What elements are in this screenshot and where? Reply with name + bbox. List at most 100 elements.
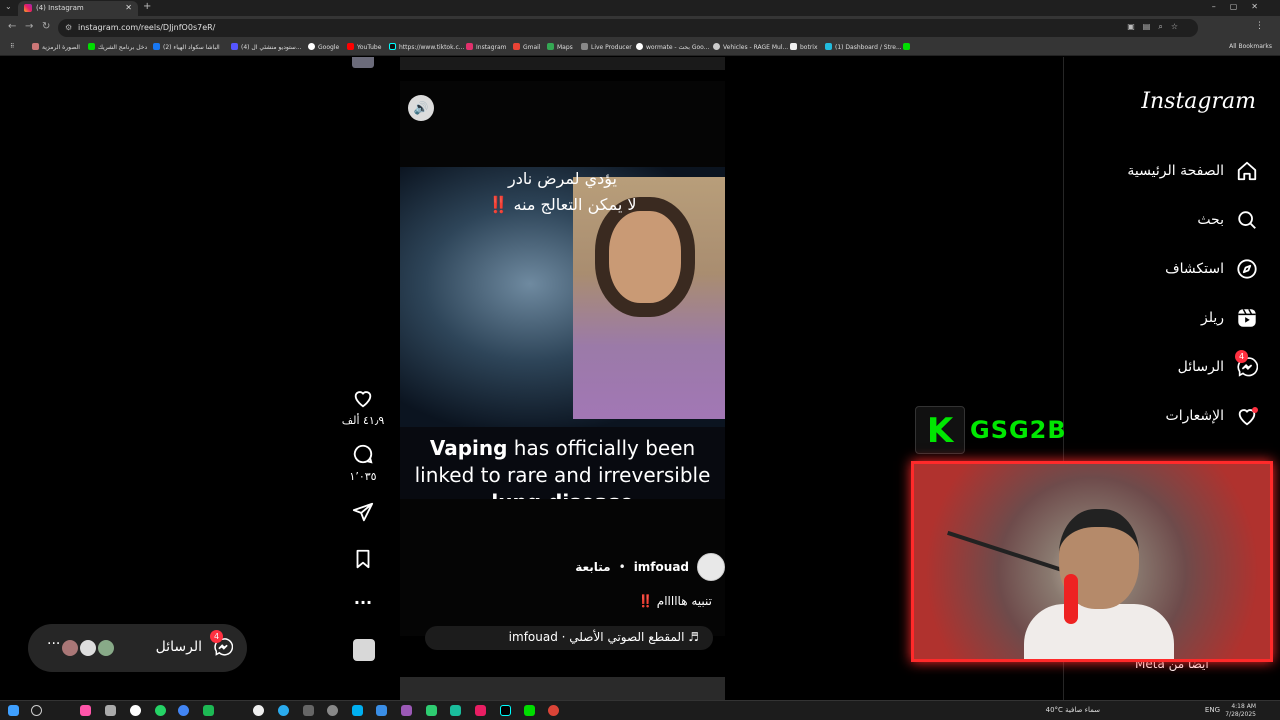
audio-track-button[interactable]: ♬ المقطع الصوتي الأصلي · imfouad [425, 626, 713, 650]
app-icon[interactable] [401, 705, 412, 716]
bookmark-dashboard[interactable]: (1) Dashboard / Stre... [825, 43, 902, 51]
bookmark-4[interactable]: (4) ستوديو منشئي ال... [231, 43, 302, 51]
bookmark-botrix[interactable]: botrix [790, 43, 818, 51]
sidebar-item-label: الصفحة الرئيسية [1127, 163, 1224, 179]
bookmark-3[interactable]: (2) الباشا سكواد الهياء [153, 43, 220, 51]
send-icon [352, 502, 374, 522]
app-icon[interactable] [253, 705, 264, 716]
author-name[interactable]: imfouad [634, 560, 689, 574]
instagram-logo[interactable]: Instagram [1141, 89, 1256, 114]
whatsapp-icon[interactable] [155, 705, 166, 716]
tab-title: (4) Instagram [36, 4, 84, 12]
language-indicator[interactable]: ENG [1205, 706, 1220, 714]
skype-icon[interactable] [352, 705, 363, 716]
address-bar[interactable]: ⚙ instagram.com/reels/DJjnfO0s7eR/ ▣▤⌕☆ [58, 19, 1198, 37]
bookmark-wormate[interactable]: wormate - بحث Goo... [636, 43, 709, 51]
bookmark-vehicles[interactable]: Vehicles - RAGE Mul... [713, 43, 788, 51]
forward-icon[interactable]: → [25, 21, 33, 32]
app-icon[interactable] [80, 705, 91, 716]
instagram-page: 🔊 يؤدي لمرض نادر لا يمكن التعالج منه ‼️ … [0, 57, 1280, 700]
comment-icon [353, 444, 373, 464]
new-tab-button[interactable]: + [143, 1, 151, 12]
bookmark-live-producer[interactable]: Live Producer [581, 43, 632, 51]
app-icon[interactable] [475, 705, 486, 716]
previous-reel-edge [400, 57, 725, 70]
close-tab-icon[interactable]: ✕ [125, 3, 132, 12]
sidebar-item-home[interactable]: الصفحة الرئيسية [1127, 156, 1258, 186]
bookmark-maps[interactable]: Maps [547, 43, 573, 51]
app-icon[interactable] [450, 705, 461, 716]
previous-reel-avatar[interactable] [352, 57, 374, 68]
tab-search-icon[interactable]: ⌄ [5, 2, 12, 11]
reel-video[interactable]: يؤدي لمرض نادر لا يمكن التعالج منه ‼️ Va… [400, 167, 725, 499]
next-reel-preview[interactable] [400, 677, 725, 700]
sidebar-item-label: الرسائل [1177, 359, 1224, 375]
overlay-text-line1: يؤدي لمرض نادر [507, 169, 617, 188]
app-icon[interactable] [426, 705, 437, 716]
sidebar-item-label: ريلز [1200, 310, 1224, 326]
comment-button[interactable]: ١٬٠٣٥ [340, 443, 386, 483]
streamer-body [1024, 604, 1174, 659]
sidebar-item-explore[interactable]: استكشاف [1165, 254, 1258, 284]
window-controls[interactable]: –▢✕ [1212, 2, 1272, 11]
app-icon[interactable] [203, 705, 214, 716]
like-button[interactable]: ٤١٫٩ ألف [340, 387, 386, 427]
bookmark-1[interactable]: الصورة الرمزية [32, 43, 80, 51]
reels-icon [1238, 308, 1256, 327]
omnibox-actions-icon[interactable]: ▣▤⌕☆ [1127, 22, 1186, 32]
bookmark-instagram[interactable]: Instagram [466, 43, 507, 51]
chrome-icon[interactable] [548, 705, 559, 716]
more-icon[interactable]: ··· [47, 636, 60, 652]
telegram-icon[interactable] [278, 705, 289, 716]
save-button[interactable] [340, 548, 386, 574]
channel-name: GSG2B [970, 416, 1067, 444]
bookmark-2[interactable]: دخل برنامج الشريك [88, 43, 147, 51]
follow-button[interactable]: متابعة [575, 560, 610, 574]
system-clock[interactable]: 4:18 AM 7/28/2025 [1225, 703, 1256, 719]
audio-thumbnail[interactable] [353, 639, 375, 661]
like-count: ٤١٫٩ ألف [341, 414, 385, 427]
contact-avatar [96, 638, 116, 658]
video-caption: Vaping has officially been linked to rar… [414, 436, 711, 499]
tiktok-icon[interactable] [500, 705, 511, 716]
bookmark-youtube[interactable]: YouTube [347, 43, 381, 51]
bookmark-google[interactable]: Google [308, 43, 339, 51]
all-bookmarks[interactable]: All Bookmarks [1229, 43, 1272, 50]
search-icon[interactable] [31, 705, 42, 716]
more-options-icon[interactable]: ··· [340, 593, 386, 612]
apps-icon[interactable]: ⠿ [10, 43, 14, 50]
author-row: imfouad • متابعة [575, 553, 725, 581]
messages-pill[interactable]: ··· الرسائل 4 [28, 624, 247, 672]
bookmark-kick[interactable] [903, 43, 913, 51]
browser-toolbar: ← → ↻ ⚙ instagram.com/reels/DJjnfO0s7eR/… [0, 16, 1280, 40]
obs-icon[interactable] [327, 705, 338, 716]
weather-widget[interactable]: 40°C سماء صافية [1046, 706, 1100, 714]
sidebar-item-reels[interactable]: ريلز [1201, 303, 1258, 333]
app-icon[interactable] [130, 705, 141, 716]
app-icon[interactable] [376, 705, 387, 716]
sidebar-item-label: بحث [1197, 212, 1224, 228]
author-avatar[interactable] [697, 553, 725, 581]
site-info-icon[interactable]: ⚙ [65, 23, 72, 32]
volume-icon[interactable]: 🔊 [408, 95, 434, 121]
tab-instagram[interactable]: (4) Instagram ✕ [18, 1, 138, 16]
overlay-text-line2: لا يمكن التعالج منه ‼️ [488, 195, 637, 214]
app-icon[interactable] [303, 705, 314, 716]
kick-icon[interactable] [524, 705, 535, 716]
sidebar-item-messages[interactable]: الرسائل 4 [1177, 350, 1259, 382]
share-button[interactable] [340, 501, 386, 527]
back-icon[interactable]: ← [8, 21, 16, 32]
extensions-icon[interactable]: ⋮ [1255, 21, 1274, 31]
bookmark-tiktok[interactable]: https://www.tiktok.c... [389, 43, 465, 51]
sidebar-item-search[interactable]: بحث [1197, 205, 1258, 235]
kick-logo-icon: K [915, 406, 965, 454]
sidebar-item-notifications[interactable]: الإشعارات [1166, 401, 1258, 431]
separator-dot: • [618, 560, 626, 574]
task-view-icon[interactable] [105, 705, 116, 716]
start-icon[interactable] [8, 705, 19, 716]
heart-icon [354, 391, 372, 408]
sidebar-item-label: الإشعارات [1165, 408, 1224, 424]
reload-icon[interactable]: ↻ [42, 21, 50, 32]
chrome-icon[interactable] [178, 705, 189, 716]
bookmark-gmail[interactable]: Gmail [513, 43, 541, 51]
